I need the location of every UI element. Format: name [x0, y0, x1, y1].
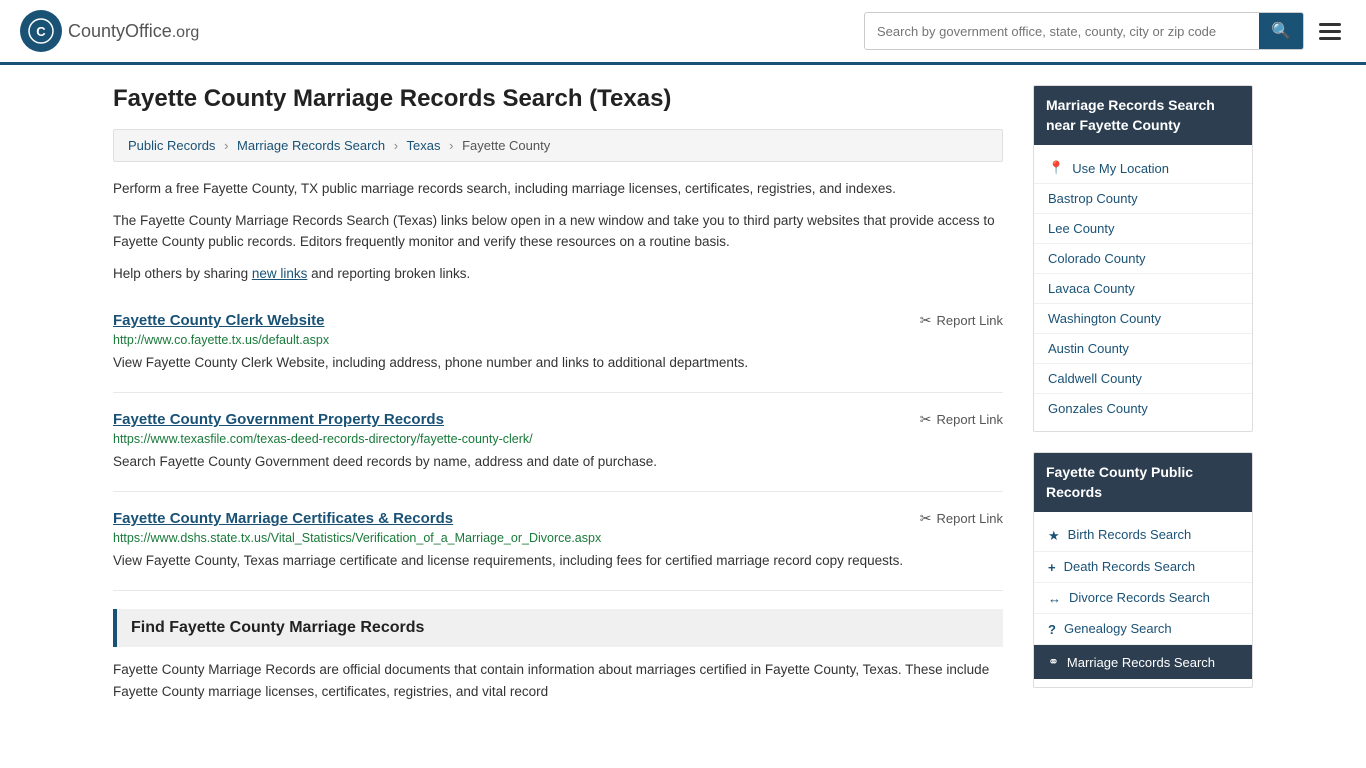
nearby-box-title: Marriage Records Search near Fayette Cou…	[1034, 86, 1252, 145]
menu-button[interactable]	[1314, 18, 1346, 45]
sidebar-county-2[interactable]: Colorado County	[1034, 244, 1252, 274]
report-link-btn-2[interactable]: ✂ Report Link	[920, 411, 1003, 428]
breadcrumb-public-records[interactable]: Public Records	[128, 138, 215, 153]
result-item-3: Fayette County Marriage Certificates & R…	[113, 492, 1003, 591]
report-icon-1: ✂	[920, 312, 932, 329]
breadcrumb-texas[interactable]: Texas	[407, 138, 441, 153]
report-link-btn-1[interactable]: ✂ Report Link	[920, 312, 1003, 329]
report-icon-3: ✂	[920, 510, 932, 527]
result-desc-3: View Fayette County, Texas marriage cert…	[113, 551, 1003, 572]
genealogy-icon: ?	[1048, 622, 1056, 637]
result-desc-1: View Fayette County Clerk Website, inclu…	[113, 353, 1003, 374]
birth-icon: ★	[1048, 528, 1060, 544]
death-icon: +	[1048, 560, 1056, 575]
marriage-icon: ⚭	[1048, 654, 1059, 670]
location-icon: 📍	[1048, 160, 1064, 176]
result-url-1[interactable]: http://www.co.fayette.tx.us/default.aspx	[113, 333, 1003, 347]
logo-icon: C	[20, 10, 62, 52]
result-desc-2: Search Fayette County Government deed re…	[113, 452, 1003, 473]
logo-text: CountyOffice.org	[68, 21, 199, 42]
find-section-heading: Find Fayette County Marriage Records	[113, 609, 1003, 647]
public-records-box-title: Fayette County Public Records	[1034, 453, 1252, 512]
breadcrumb-current: Fayette County	[462, 138, 550, 153]
result-title-3[interactable]: Fayette County Marriage Certificates & R…	[113, 510, 453, 527]
sidebar-county-1[interactable]: Lee County	[1034, 214, 1252, 244]
result-item-1: Fayette County Clerk Website ✂ Report Li…	[113, 294, 1003, 393]
header-right: 🔍	[864, 12, 1346, 50]
result-item-2: Fayette County Government Property Recor…	[113, 393, 1003, 492]
search-bar: 🔍	[864, 12, 1304, 50]
intro-paragraph-3: Help others by sharing new links and rep…	[113, 263, 1003, 285]
genealogy-link[interactable]: ? Genealogy Search	[1034, 614, 1252, 645]
breadcrumb-marriage-records[interactable]: Marriage Records Search	[237, 138, 385, 153]
sidebar-county-5[interactable]: Austin County	[1034, 334, 1252, 364]
site-header: C CountyOffice.org 🔍	[0, 0, 1366, 65]
search-button[interactable]: 🔍	[1259, 13, 1303, 49]
result-title-2[interactable]: Fayette County Government Property Recor…	[113, 411, 444, 428]
public-records-box: Fayette County Public Records ★ Birth Re…	[1033, 452, 1253, 688]
nearby-counties-box: Marriage Records Search near Fayette Cou…	[1033, 85, 1253, 432]
search-input[interactable]	[865, 16, 1259, 47]
birth-records-link[interactable]: ★ Birth Records Search	[1034, 520, 1252, 552]
find-section-desc: Fayette County Marriage Records are offi…	[113, 659, 1003, 702]
divorce-icon: ↔	[1048, 591, 1061, 606]
sidebar: Marriage Records Search near Fayette Cou…	[1033, 85, 1253, 708]
report-link-btn-3[interactable]: ✂ Report Link	[920, 510, 1003, 527]
report-icon-2: ✂	[920, 411, 932, 428]
content-area: Fayette County Marriage Records Search (…	[113, 85, 1003, 708]
sidebar-county-3[interactable]: Lavaca County	[1034, 274, 1252, 304]
result-url-2[interactable]: https://www.texasfile.com/texas-deed-rec…	[113, 432, 1003, 446]
logo-area: C CountyOffice.org	[20, 10, 199, 52]
new-links-link[interactable]: new links	[252, 266, 308, 281]
sidebar-county-6[interactable]: Caldwell County	[1034, 364, 1252, 394]
result-url-3[interactable]: https://www.dshs.state.tx.us/Vital_Stati…	[113, 531, 1003, 545]
sidebar-county-7[interactable]: Gonzales County	[1034, 394, 1252, 423]
page-title: Fayette County Marriage Records Search (…	[113, 85, 1003, 113]
use-my-location-link[interactable]: 📍 Use My Location	[1034, 153, 1252, 184]
divorce-records-link[interactable]: ↔ Divorce Records Search	[1034, 583, 1252, 614]
public-records-box-body: ★ Birth Records Search + Death Records S…	[1034, 512, 1252, 687]
breadcrumb: Public Records › Marriage Records Search…	[113, 129, 1003, 162]
marriage-records-search-btn[interactable]: ⚭ Marriage Records Search	[1034, 645, 1252, 679]
intro-paragraph-2: The Fayette County Marriage Records Sear…	[113, 210, 1003, 253]
nearby-box-body: 📍 Use My Location Bastrop County Lee Cou…	[1034, 145, 1252, 431]
death-records-link[interactable]: + Death Records Search	[1034, 552, 1252, 583]
result-title-1[interactable]: Fayette County Clerk Website	[113, 312, 324, 329]
svg-text:C: C	[36, 24, 46, 39]
sidebar-county-0[interactable]: Bastrop County	[1034, 184, 1252, 214]
sidebar-county-4[interactable]: Washington County	[1034, 304, 1252, 334]
intro-paragraph-1: Perform a free Fayette County, TX public…	[113, 178, 1003, 200]
main-container: Fayette County Marriage Records Search (…	[83, 65, 1283, 728]
